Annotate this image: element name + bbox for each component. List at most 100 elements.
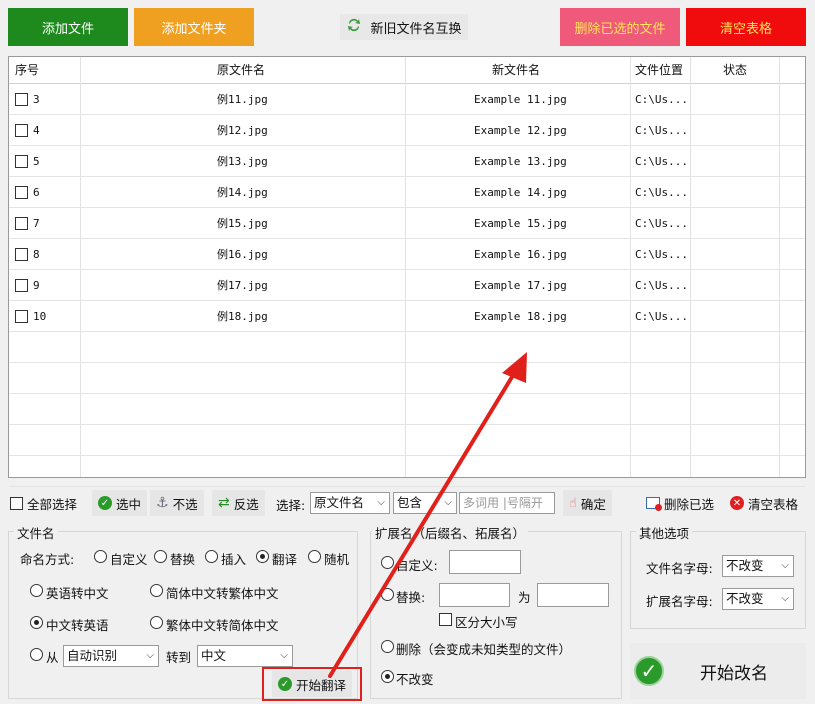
ext-delete-radio[interactable] [381,640,394,653]
row-index: 5 [33,155,40,168]
row-location: C:\Us... [635,155,688,168]
row-new-name: Example 16.jpg [474,248,567,261]
to-language-value: 中文 [201,648,227,663]
mode-translate-radio[interactable] [256,550,269,563]
row-new-name: Example 14.jpg [474,186,567,199]
row-index: 4 [33,124,40,137]
match-select[interactable]: 包含 ⌵ [393,492,457,514]
row-original-name: 例17.jpg [217,279,268,292]
row-original-name: 例12.jpg [217,124,268,137]
table-row[interactable]: 3 例11.jpg Example 11.jpg C:\Us... [9,84,805,115]
row-checkbox[interactable] [15,217,28,230]
row-checkbox[interactable] [15,93,28,106]
ext-keep-radio[interactable] [381,670,394,683]
header-location[interactable]: 文件位置 [635,57,683,84]
row-checkbox[interactable] [15,279,28,292]
unselect-label: 不选 [172,496,198,512]
row-checkbox[interactable] [15,186,28,199]
file-table[interactable]: 序号 原文件名 新文件名 文件位置 状态 3 例11.jpg Example 11.… [8,56,806,487]
add-folder-button[interactable]: 添加文件夹 [134,8,254,46]
ext-case-select[interactable]: 不改变 ⌵ [722,588,794,610]
sc-to-tc-radio[interactable] [150,584,163,597]
ext-replace-radio[interactable] [381,588,394,601]
en-to-zh-radio[interactable] [30,584,43,597]
close-icon: ✕ [730,496,744,510]
check-icon: ✓ [277,677,292,691]
invert-button[interactable]: ⇄ 反选 [212,490,265,516]
ext-replace-to-label: 为 [518,590,531,605]
tc-to-sc-radio[interactable] [150,616,163,629]
clear-table-button[interactable]: 清空表格 [686,8,806,46]
row-original-name: 例14.jpg [217,186,268,199]
name-case-value: 不改变 [726,558,764,573]
shuffle-icon: ⇄ [218,495,230,511]
row-location: C:\Us... [635,279,688,292]
row-location: C:\Us... [635,248,688,261]
unselect-button[interactable]: ⚓ 不选 [150,490,204,516]
name-case-select[interactable]: 不改变 ⌵ [722,555,794,577]
select-button[interactable]: ✓ 选中 [92,490,148,516]
table-row[interactable]: 5 例13.jpg Example 13.jpg C:\Us... [9,146,805,177]
mode-replace-label: 替换 [170,552,196,567]
case-sensitive-checkbox[interactable] [439,613,452,626]
row-original-name: 例13.jpg [217,155,268,168]
start-rename-button[interactable]: ✓ 开始改名 [630,643,806,699]
case-sensitive-label: 区分大小写 [455,615,518,630]
row-new-name: Example 17.jpg [474,279,567,292]
zh-to-en-label: 中文转英语 [46,618,109,633]
to-language-select[interactable]: 中文 ⌵ [197,645,293,667]
table-row[interactable]: 6 例14.jpg Example 14.jpg C:\Us... [9,177,805,208]
start-rename-label: 开始改名 [700,663,768,684]
mode-replace-radio[interactable] [154,550,167,563]
zh-to-en-radio[interactable] [30,616,43,629]
clear-table-small-button[interactable]: ✕ 清空表格 [730,488,798,518]
selection-toolbar: 全部选择 ✓ 选中 ⚓ 不选 ⇄ 反选 选择: 原文件名 ⌵ 包含 ⌵ 多词用 … [8,488,806,518]
sc-to-tc-label: 简体中文转繁体中文 [166,586,279,601]
table-row[interactable]: 8 例16.jpg Example 16.jpg C:\Us... [9,239,805,270]
header-original-name[interactable]: 原文件名 [217,57,265,84]
swap-names-button[interactable]: 新旧文件名互换 [340,14,468,40]
from-radio[interactable] [30,648,43,661]
table-header: 序号 原文件名 新文件名 文件位置 状态 [9,57,805,84]
mode-insert-label: 插入 [221,552,247,567]
header-new-name[interactable]: 新文件名 [492,57,540,84]
select-all-checkbox[interactable]: 全部选择 [10,488,77,518]
table-row[interactable]: 10 例18.jpg Example 18.jpg C:\Us... [9,301,805,332]
mode-custom-radio[interactable] [94,550,107,563]
table-row[interactable]: 4 例12.jpg Example 12.jpg C:\Us... [9,115,805,146]
ext-replace-label: 替换: [396,590,426,605]
add-file-button[interactable]: 添加文件 [8,8,128,46]
keyword-input[interactable]: 多词用 |号隔开 [459,492,555,514]
row-new-name: Example 13.jpg [474,155,567,168]
mode-insert-radio[interactable] [205,550,218,563]
ext-replace-from-input[interactable] [439,583,510,607]
start-translate-button[interactable]: ✓ 开始翻译 [271,671,352,697]
delete-selected-files-button[interactable]: 删除已选的文件 [560,8,680,46]
swap-names-label: 新旧文件名互换 [370,21,462,37]
ext-replace-to-input[interactable] [537,583,609,607]
row-location: C:\Us... [635,310,688,323]
delete-selected-button[interactable]: 删除已选 [646,488,714,518]
select-all-box[interactable] [10,496,23,510]
from-language-select[interactable]: 自动识别 ⌵ [63,645,159,667]
empty-row [9,456,805,487]
field-select[interactable]: 原文件名 ⌵ [310,492,390,514]
row-checkbox[interactable] [15,124,28,137]
mode-translate-label: 翻译 [272,552,298,567]
row-original-name: 例11.jpg [217,93,268,106]
table-row[interactable]: 7 例15.jpg Example 15.jpg C:\Us... [9,208,805,239]
ext-keep-label: 不改变 [396,672,434,687]
row-location: C:\Us... [635,93,688,106]
row-checkbox[interactable] [15,310,28,323]
row-checkbox[interactable] [15,155,28,168]
table-row[interactable]: 9 例17.jpg Example 17.jpg C:\Us... [9,270,805,301]
ext-custom-radio[interactable] [381,556,394,569]
header-index[interactable]: 序号 [15,57,39,84]
row-checkbox[interactable] [15,248,28,261]
row-location: C:\Us... [635,124,688,137]
mode-random-radio[interactable] [308,550,321,563]
header-status[interactable]: 状态 [723,57,747,84]
ext-custom-input[interactable] [449,550,521,574]
confirm-button[interactable]: ☝ 确定 [563,490,612,516]
from-language-value: 自动识别 [67,648,118,663]
